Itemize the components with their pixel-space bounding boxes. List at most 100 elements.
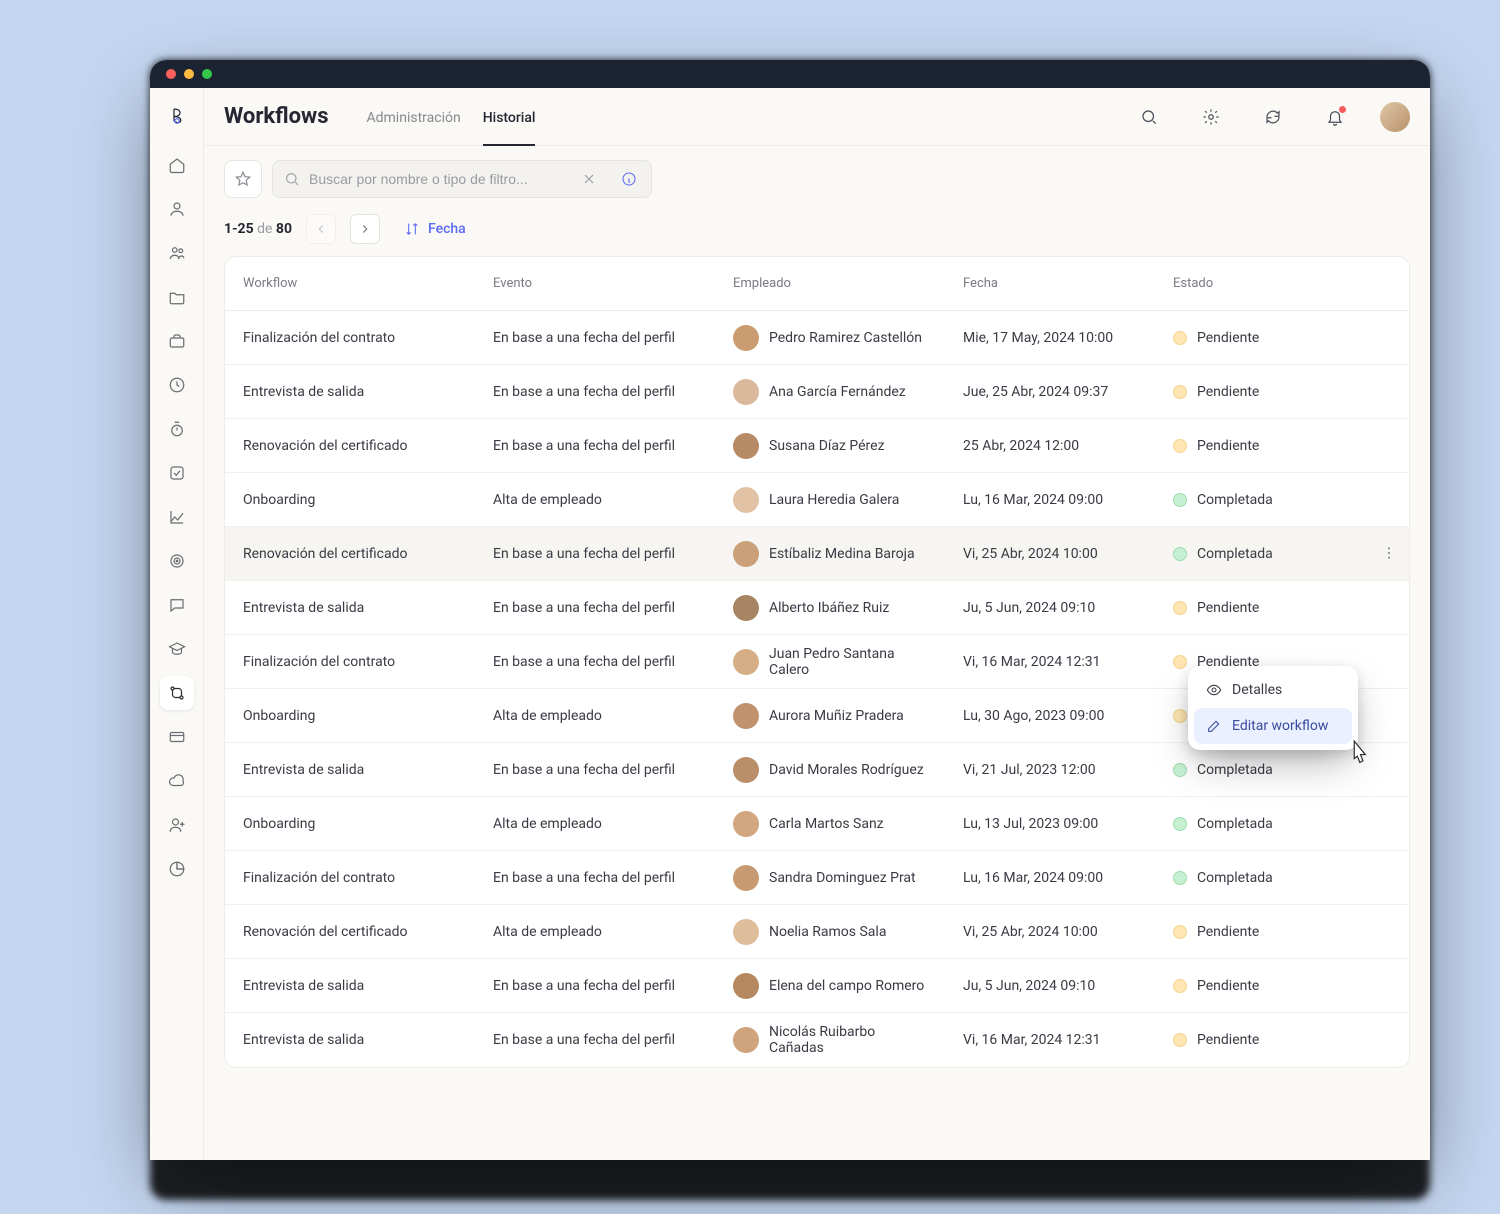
pagination: 1-25 de 80 Fecha xyxy=(204,208,1430,256)
nav-card-icon[interactable] xyxy=(160,720,194,754)
window-max-icon[interactable] xyxy=(202,69,212,79)
status-dot-icon xyxy=(1173,979,1187,993)
cell-workflow: Finalización del contrato xyxy=(225,330,475,346)
employee-name: Alberto Ibáñez Ruiz xyxy=(769,600,889,616)
header: Workflows Administración Historial xyxy=(204,88,1430,146)
table-row[interactable]: Entrevista de salidaEn base a una fecha … xyxy=(225,1013,1409,1067)
table-row[interactable]: Entrevista de salidaEn base a una fecha … xyxy=(225,959,1409,1013)
search-icon[interactable] xyxy=(1132,100,1166,134)
nav-home-icon[interactable] xyxy=(160,148,194,182)
cell-status: Completada xyxy=(1155,546,1409,562)
nav-target-icon[interactable] xyxy=(160,544,194,578)
col-workflow: Workflow xyxy=(225,276,475,291)
status-label: Pendiente xyxy=(1197,600,1259,616)
employee-name: David Morales Rodríguez xyxy=(769,762,924,778)
cell-workflow: Entrevista de salida xyxy=(225,1032,475,1048)
employee-avatar xyxy=(733,595,759,621)
page-total: 80 xyxy=(276,221,292,237)
page-title: Workflows xyxy=(224,104,329,129)
clear-search-button[interactable] xyxy=(578,168,600,190)
nav-pie-icon[interactable] xyxy=(160,852,194,886)
cell-date: Lu, 13 Jul, 2023 09:00 xyxy=(945,816,1155,832)
status-label: Pendiente xyxy=(1197,924,1259,940)
table-row[interactable]: Entrevista de salidaEn base a una fecha … xyxy=(225,743,1409,797)
menu-details[interactable]: Detalles xyxy=(1194,672,1352,708)
table-row[interactable]: Entrevista de salidaEn base a una fecha … xyxy=(225,365,1409,419)
nav-folder-icon[interactable] xyxy=(160,280,194,314)
nav-adduser-icon[interactable] xyxy=(160,808,194,842)
cell-employee: David Morales Rodríguez xyxy=(715,757,945,783)
nav-cloud-icon[interactable] xyxy=(160,764,194,798)
status-dot-icon xyxy=(1173,601,1187,615)
employee-name: Aurora Muñiz Pradera xyxy=(769,708,904,724)
employee-name: Pedro Ramirez Castellón xyxy=(769,330,922,346)
info-button[interactable] xyxy=(616,166,642,192)
menu-edit-workflow[interactable]: Editar workflow xyxy=(1194,708,1352,744)
nav-chat-icon[interactable] xyxy=(160,588,194,622)
next-page-button[interactable] xyxy=(350,214,380,244)
cell-employee: Ana García Fernández xyxy=(715,379,945,405)
status-label: Pendiente xyxy=(1197,330,1259,346)
tab-historial[interactable]: Historial xyxy=(483,92,536,146)
nav-grad-icon[interactable] xyxy=(160,632,194,666)
gear-icon[interactable] xyxy=(1194,100,1228,134)
table-row[interactable]: Renovación del certificadoEn base a una … xyxy=(225,527,1409,581)
status-label: Completada xyxy=(1197,492,1273,508)
tab-administración[interactable]: Administración xyxy=(367,92,461,144)
nav-clock-icon[interactable] xyxy=(160,368,194,402)
employee-avatar xyxy=(733,487,759,513)
cell-employee: Sandra Dominguez Prat xyxy=(715,865,945,891)
employee-name: Carla Martos Sanz xyxy=(769,816,884,832)
bell-icon[interactable] xyxy=(1318,100,1352,134)
employee-avatar xyxy=(733,541,759,567)
table-row[interactable]: OnboardingAlta de empleadoCarla Martos S… xyxy=(225,797,1409,851)
cell-event: Alta de empleado xyxy=(475,924,715,940)
status-label: Pendiente xyxy=(1197,978,1259,994)
row-more-button[interactable] xyxy=(1381,545,1397,565)
cell-status: Pendiente xyxy=(1155,330,1409,346)
cell-date: Vi, 16 Mar, 2024 12:31 xyxy=(945,654,1155,670)
menu-edit-label: Editar workflow xyxy=(1232,718,1328,734)
table-row[interactable]: Finalización del contratoEn base a una f… xyxy=(225,851,1409,905)
col-event: Evento xyxy=(475,276,715,291)
status-label: Completada xyxy=(1197,762,1273,778)
refresh-icon[interactable] xyxy=(1256,100,1290,134)
status-dot-icon xyxy=(1173,763,1187,777)
cell-employee: Elena del campo Romero xyxy=(715,973,945,999)
cell-workflow: Renovación del certificado xyxy=(225,924,475,940)
employee-avatar xyxy=(733,703,759,729)
employee-name: Elena del campo Romero xyxy=(769,978,924,994)
table-row[interactable]: Renovación del certificadoAlta de emplea… xyxy=(225,905,1409,959)
favorite-button[interactable] xyxy=(224,160,262,198)
nav-team-icon[interactable] xyxy=(160,236,194,270)
nav-user-icon[interactable] xyxy=(160,192,194,226)
table-row[interactable]: Finalización del contratoEn base a una f… xyxy=(225,311,1409,365)
cell-event: En base a una fecha del perfil xyxy=(475,546,715,562)
table-row[interactable]: Renovación del certificadoEn base a una … xyxy=(225,419,1409,473)
search-input-icon xyxy=(284,171,300,187)
employee-avatar xyxy=(733,379,759,405)
cell-date: Lu, 30 Ago, 2023 09:00 xyxy=(945,708,1155,724)
nav-workflows-icon[interactable] xyxy=(160,676,194,710)
nav-briefcase-icon[interactable] xyxy=(160,324,194,358)
prev-page-button[interactable] xyxy=(306,214,336,244)
nav-chart-icon[interactable] xyxy=(160,500,194,534)
user-avatar[interactable] xyxy=(1380,102,1410,132)
table-row[interactable]: Entrevista de salidaEn base a una fecha … xyxy=(225,581,1409,635)
nav-check-icon[interactable] xyxy=(160,456,194,490)
window-min-icon[interactable] xyxy=(184,69,194,79)
window-close-icon[interactable] xyxy=(166,69,176,79)
table-row[interactable]: OnboardingAlta de empleadoLaura Heredia … xyxy=(225,473,1409,527)
cell-workflow: Onboarding xyxy=(225,816,475,832)
sort-button[interactable]: Fecha xyxy=(394,215,476,243)
cell-date: Mie, 17 May, 2024 10:00 xyxy=(945,330,1155,346)
status-dot-icon xyxy=(1173,925,1187,939)
nav-timer-icon[interactable] xyxy=(160,412,194,446)
cell-status: Completada xyxy=(1155,870,1409,886)
sort-icon xyxy=(404,221,420,237)
employee-avatar xyxy=(733,757,759,783)
cell-date: Vi, 25 Abr, 2024 10:00 xyxy=(945,924,1155,940)
cell-status: Pendiente xyxy=(1155,978,1409,994)
cell-event: En base a una fecha del perfil xyxy=(475,330,715,346)
status-label: Completada xyxy=(1197,816,1273,832)
